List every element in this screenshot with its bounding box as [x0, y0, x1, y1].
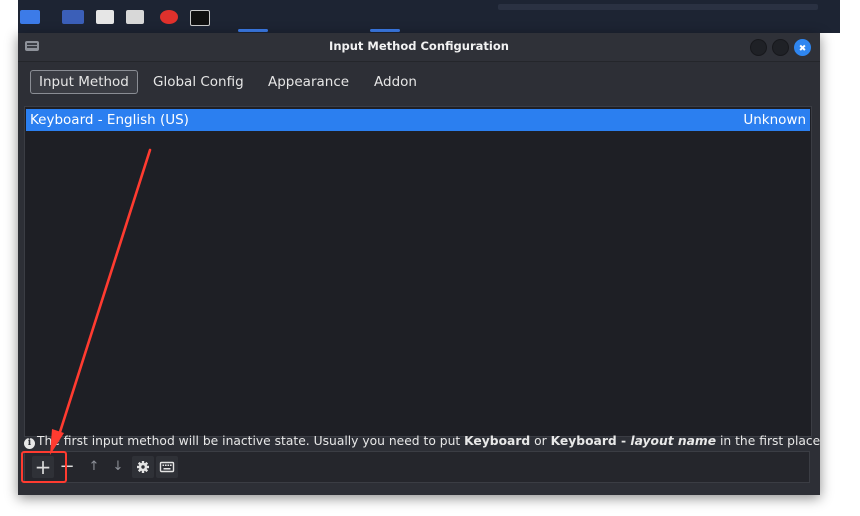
window-title: Input Method Configuration: [329, 39, 509, 53]
screenshot-stage: Input Method Configuration ✖ Input Metho…: [0, 0, 860, 516]
input-method-name: Keyboard - English (US): [30, 112, 189, 128]
info-keyword: Keyboard -: [550, 434, 631, 448]
panel-app-icon[interactable]: [126, 10, 144, 24]
info-message: i The first input method will be inactive…: [24, 432, 820, 450]
title-bar[interactable]: Input Method Configuration ✖: [18, 33, 820, 62]
panel-tray: [498, 4, 818, 10]
panel-task[interactable]: [370, 29, 400, 32]
tab-bar: Input Method Global Config Appearance Ad…: [18, 67, 820, 97]
desktop-panel: [18, 0, 840, 33]
minimize-button[interactable]: [750, 39, 767, 56]
arrow-down-icon: ↓: [112, 459, 124, 474]
gear-icon: [137, 461, 149, 473]
input-method-list[interactable]: Keyboard - English (US) Unknown: [24, 106, 812, 437]
keyboard-icon: [159, 461, 175, 473]
configure-button[interactable]: [132, 456, 154, 478]
input-method-config-window: Input Method Configuration ✖ Input Metho…: [18, 33, 820, 495]
info-text: in the first place.: [716, 434, 820, 448]
tab-input-method[interactable]: Input Method: [30, 70, 138, 94]
input-method-status: Unknown: [743, 112, 806, 128]
panel-app-icon[interactable]: [96, 10, 114, 24]
list-toolbar: + − ↑ ↓: [24, 451, 810, 483]
panel-app-icon[interactable]: [62, 10, 84, 24]
keyboard-layout-button[interactable]: [156, 456, 178, 478]
info-icon: i: [24, 438, 35, 449]
annotation-highlight-box: [21, 451, 67, 483]
info-text: The first input method will be inactive …: [37, 434, 465, 448]
panel-app-icon[interactable]: [160, 10, 178, 24]
panel-task[interactable]: [238, 29, 268, 32]
info-keyword-italic: layout name: [630, 434, 717, 448]
arrow-up-icon: ↑: [88, 459, 100, 474]
maximize-button[interactable]: [772, 39, 789, 56]
move-down-button[interactable]: ↓: [107, 456, 129, 478]
info-text: or: [530, 434, 551, 448]
info-keyword: Keyboard: [464, 434, 531, 448]
tab-appearance[interactable]: Appearance: [259, 70, 358, 94]
tab-addon[interactable]: Addon: [365, 70, 426, 94]
panel-app-icon[interactable]: [190, 10, 210, 26]
panel-app-icon[interactable]: [20, 10, 40, 24]
move-up-button[interactable]: ↑: [83, 456, 105, 478]
close-icon: ✖: [798, 44, 807, 54]
tab-global-config[interactable]: Global Config: [144, 70, 253, 94]
close-button[interactable]: ✖: [794, 39, 811, 56]
list-item[interactable]: Keyboard - English (US) Unknown: [26, 109, 810, 131]
